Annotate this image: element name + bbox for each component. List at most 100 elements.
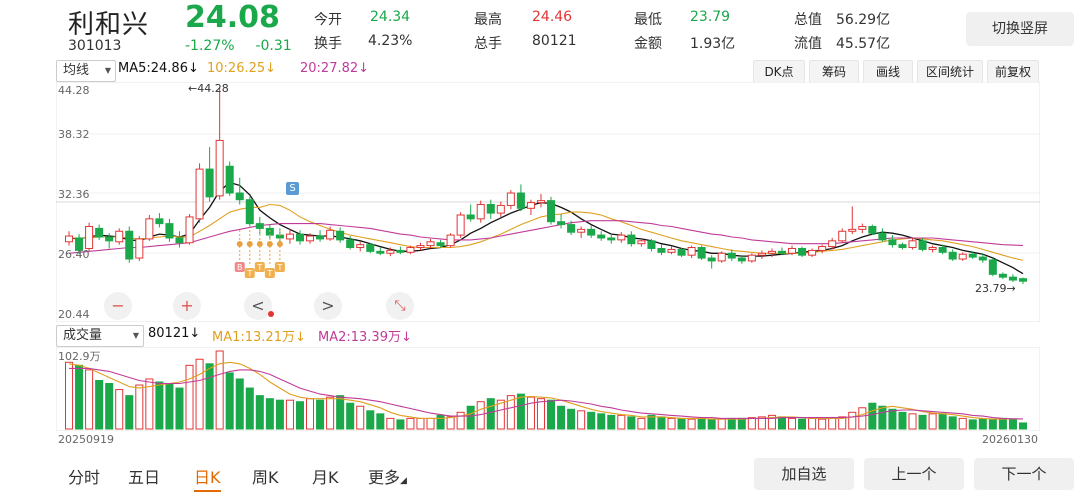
volume-bar <box>968 419 977 430</box>
candle <box>195 163 204 223</box>
candle <box>547 196 556 225</box>
stat-value: 1.93亿 <box>690 36 736 52</box>
signal-letter: T <box>266 269 272 278</box>
candle-body <box>125 230 134 260</box>
high-marker: ←44.28 <box>188 82 229 95</box>
volume-bar <box>1008 419 1017 430</box>
signal-dot <box>256 241 263 247</box>
next-button[interactable]: 下一个 <box>974 458 1074 490</box>
chips-button[interactable]: 筹码 <box>809 60 859 84</box>
zoom-in-button[interactable]: + <box>173 292 201 320</box>
range-stats-button[interactable]: 区间统计 <box>917 60 983 84</box>
reset-view-button[interactable]: ⤡ <box>386 292 414 320</box>
candle-body <box>968 253 977 258</box>
candle-body <box>496 204 505 214</box>
draw-line-button[interactable]: 画线 <box>863 60 913 84</box>
candle-body <box>657 247 666 253</box>
volume-value: 80121↓ <box>148 326 200 341</box>
stat-label: 总手 <box>474 36 502 52</box>
candle-body <box>135 238 144 259</box>
candle-body <box>547 200 556 223</box>
candle-body <box>878 232 887 241</box>
candle-body <box>958 253 967 260</box>
volume-bar <box>988 419 997 430</box>
volume-bar <box>265 398 274 430</box>
candle <box>747 253 756 263</box>
tab-five-day[interactable]: 五日 <box>128 464 160 488</box>
adjust-button[interactable]: 前复权 <box>987 60 1039 84</box>
candle-body <box>697 247 706 259</box>
volume-bar <box>798 418 807 430</box>
tab-daily-k[interactable]: 日K <box>194 464 221 492</box>
zoom-out-button[interactable]: − <box>104 292 132 320</box>
candle <box>125 226 134 263</box>
candle-body <box>848 228 857 232</box>
candle-body <box>316 235 325 240</box>
candle-body <box>988 259 997 275</box>
stat-value: 56.29亿 <box>836 12 891 28</box>
candle-body <box>406 247 415 253</box>
volume-indicator-select[interactable]: 成交量 ▼ <box>56 325 144 347</box>
dk-point-button[interactable]: DK点 <box>753 60 805 84</box>
volume-bar <box>295 401 304 430</box>
change-percent: -1.27% <box>185 38 235 54</box>
volume-bar <box>888 408 897 430</box>
volume-bar <box>306 398 315 430</box>
tab-more[interactable]: 更多◢ <box>368 464 407 488</box>
tab-intraday[interactable]: 分时 <box>68 464 100 488</box>
candle-body <box>788 247 797 254</box>
candle-body <box>235 192 244 201</box>
candle-body <box>85 225 94 249</box>
volume-bar <box>155 381 164 430</box>
volume-axis-top: 102.9万 <box>58 350 101 363</box>
volume-bar <box>316 399 325 430</box>
stat-label: 换手 <box>314 36 342 52</box>
candle <box>868 224 877 236</box>
candle-body <box>747 254 756 262</box>
volume-chart[interactable] <box>56 347 1040 431</box>
volume-bar <box>717 418 726 430</box>
tab-monthly-k[interactable]: 月K <box>312 464 339 488</box>
volume-bar <box>687 418 696 430</box>
down-arrow-icon: ↓ <box>265 61 277 76</box>
price-axis-label: 38.32 <box>58 128 90 141</box>
candle <box>697 245 706 260</box>
volume-bar <box>1018 422 1027 430</box>
candle-body <box>637 240 646 245</box>
candle <box>245 196 254 227</box>
corner-arrow-icon: ◢ <box>400 476 407 486</box>
candle-body <box>978 256 987 261</box>
shrink-icon: ⤡ <box>394 298 406 314</box>
add-watchlist-button[interactable]: 加自选 <box>754 458 854 490</box>
candle-body <box>436 242 445 247</box>
current-price: 24.08 <box>185 0 280 35</box>
candle-body <box>808 249 817 256</box>
candle-body <box>145 218 154 240</box>
candle-body <box>526 202 535 209</box>
volume-bar <box>637 417 646 430</box>
candle-body <box>667 248 676 253</box>
candle-body <box>647 240 656 249</box>
candle-body <box>456 214 465 236</box>
candle-body <box>687 247 696 256</box>
stat-value: 24.46 <box>532 9 573 25</box>
s-badge[interactable]: S <box>286 182 299 195</box>
volume-bar <box>577 410 586 430</box>
stat-value: 23.79 <box>690 9 731 25</box>
candle-body <box>225 165 234 194</box>
volume-bar <box>567 408 576 430</box>
indicator-select[interactable]: 均线 ▼ <box>56 60 116 82</box>
previous-button[interactable]: 上一个 <box>864 458 964 490</box>
volume-bar <box>386 417 395 430</box>
volume-bar <box>948 416 957 430</box>
pan-right-button[interactable]: > <box>314 292 342 320</box>
chevron-right-icon: > <box>321 296 335 315</box>
tab-weekly-k[interactable]: 周K <box>252 464 279 488</box>
candle-body <box>476 203 485 220</box>
change-amount: -0.31 <box>255 38 292 54</box>
switch-portrait-button[interactable]: 切换竖屏 <box>966 12 1074 46</box>
candle-body <box>828 240 837 248</box>
price-chart[interactable]: BTTTT <box>56 82 1040 322</box>
candle-body <box>918 240 927 250</box>
volume-bar <box>366 410 375 430</box>
